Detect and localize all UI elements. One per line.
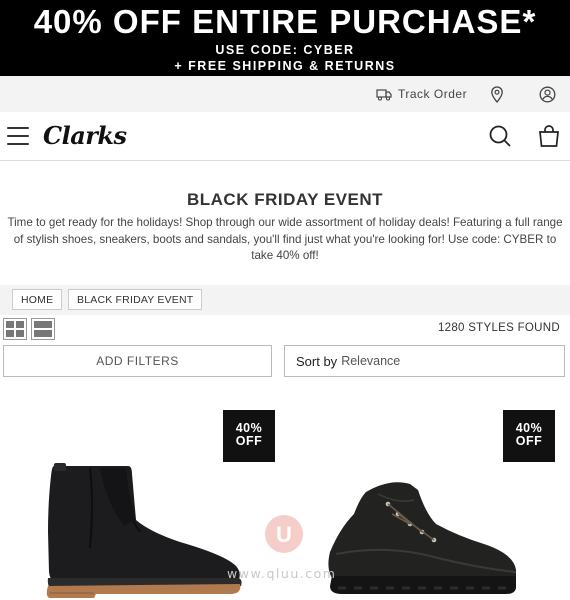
search-button[interactable]	[488, 124, 512, 153]
breadcrumb-black-friday[interactable]: BLACK FRIDAY EVENT	[68, 289, 203, 310]
watermark-logo: U	[264, 514, 304, 559]
location-pin-icon	[491, 85, 503, 103]
promo-shipping-line: + FREE SHIPPING & RETURNS	[174, 59, 396, 73]
promo-code-line: USE CODE: CYBER	[215, 43, 355, 57]
add-filters-button[interactable]: ADD FILTERS	[3, 345, 272, 377]
sort-value: Relevance	[341, 354, 401, 368]
watermark-text: www.qluu.com	[227, 566, 337, 581]
hiking-boot-image	[328, 482, 517, 594]
chelsea-boot-image	[46, 463, 242, 598]
track-order-label: Track Order	[398, 87, 468, 101]
discount-badge: 40% OFF	[503, 410, 555, 462]
discount-badge: 40% OFF	[223, 410, 275, 462]
bag-button[interactable]	[538, 124, 560, 153]
account-icon	[539, 86, 556, 102]
product-card[interactable]	[318, 474, 523, 600]
clarks-logo[interactable]: Clarks	[43, 121, 127, 150]
store-locator-button[interactable]	[490, 76, 504, 112]
bag-icon	[539, 125, 559, 147]
promo-banner[interactable]: 40% OFF ENTIRE PURCHASE* USE CODE: CYBER…	[0, 0, 570, 76]
truck-icon	[376, 88, 392, 101]
page-title: BLACK FRIDAY EVENT	[186, 190, 384, 209]
sort-label: Sort by	[296, 353, 338, 369]
watermark-letter: U	[276, 522, 292, 547]
results-count: 1280 STYLES FOUND	[437, 322, 560, 334]
badge-off: OFF	[515, 434, 543, 448]
breadcrumb: HOME BLACK FRIDAY EVENT	[0, 285, 570, 315]
track-order-link[interactable]: Track Order	[376, 76, 467, 112]
badge-off: OFF	[235, 434, 263, 448]
account-button[interactable]	[539, 76, 556, 112]
breadcrumb-home[interactable]: HOME	[12, 289, 63, 310]
search-icon	[489, 125, 511, 147]
utility-bar: Track Order	[0, 76, 570, 112]
sort-select[interactable]: Sort by Relevance	[284, 345, 565, 377]
site-header: Clarks	[0, 112, 570, 161]
grid-view-icon[interactable]	[3, 318, 27, 340]
menu-icon[interactable]	[7, 127, 29, 145]
promo-headline: 40% OFF ENTIRE PURCHASE*	[33, 3, 537, 40]
list-view-icon[interactable]	[31, 318, 55, 340]
intro-text: Time to get ready for the holidays! Shop…	[7, 216, 563, 262]
product-card[interactable]	[40, 462, 245, 600]
